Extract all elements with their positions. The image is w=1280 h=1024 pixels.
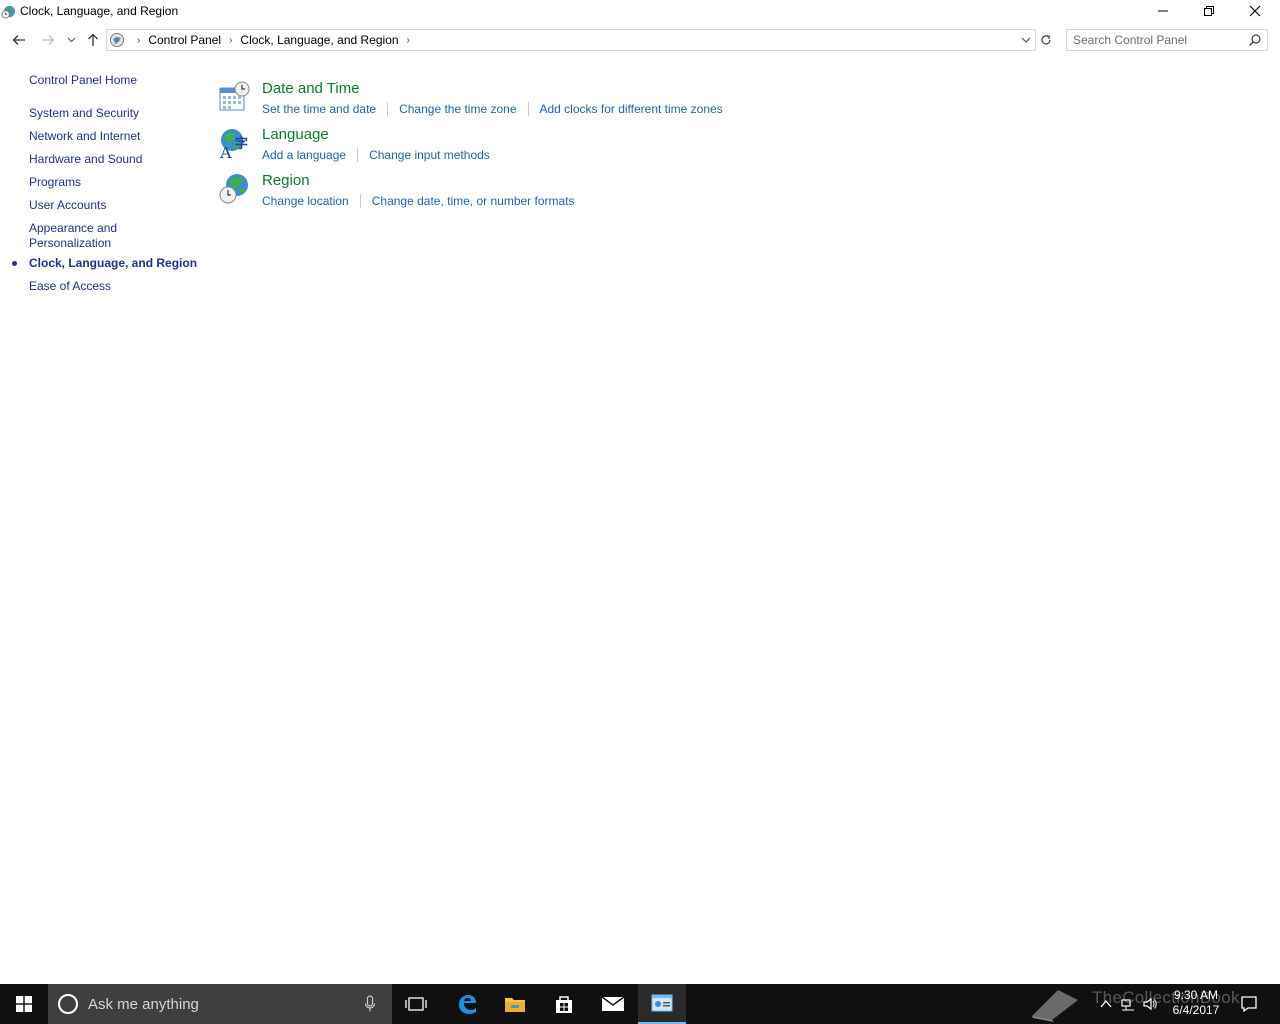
recent-locations-button[interactable] — [63, 30, 79, 50]
link-change-input-methods[interactable]: Change input methods — [369, 148, 490, 162]
category-region: Region Change location Change date, time… — [218, 172, 1018, 216]
current-item-bullet — [12, 261, 17, 266]
windows-logo-icon — [16, 996, 32, 1012]
taskbar-store[interactable] — [540, 984, 588, 1024]
edge-browser-icon — [459, 995, 476, 1014]
link-divider — [359, 194, 361, 208]
task-view-button[interactable] — [392, 984, 440, 1024]
nav-appearance-and-personalization[interactable]: Appearance and Personalization — [29, 221, 149, 251]
close-button[interactable] — [1232, 0, 1278, 22]
restore-icon — [1204, 6, 1214, 16]
taskbar-mail[interactable] — [589, 984, 637, 1024]
nav-programs[interactable]: Programs — [29, 175, 81, 190]
mail-envelope-icon — [601, 996, 625, 1011]
category-language: A 字 Language Add a language Change input… — [218, 126, 1018, 170]
chevron-right-icon[interactable]: › — [137, 35, 140, 46]
category-date-and-time: Date and Time Set the time and date Chan… — [218, 80, 1018, 124]
search-icon[interactable] — [1248, 33, 1262, 47]
store-bag-icon — [556, 996, 572, 1013]
control-panel-window-icon — [651, 994, 673, 1012]
cortana-placeholder: Ask me anything — [88, 996, 199, 1013]
language-globe-icon[interactable]: A 字 — [218, 126, 252, 160]
category-title[interactable]: Language — [262, 126, 329, 143]
cortana-search-box[interactable]: Ask me anything — [48, 984, 392, 1024]
link-divider — [387, 102, 389, 116]
taskbar-file-explorer[interactable] — [491, 984, 539, 1024]
nav-network-and-internet[interactable]: Network and Internet — [29, 129, 140, 144]
navigation-bar: › Control Panel › Clock, Language, and R… — [0, 26, 1280, 54]
nav-user-accounts[interactable]: User Accounts — [29, 198, 106, 213]
network-icon[interactable] — [1120, 996, 1136, 1012]
nav-ease-of-access[interactable]: Ease of Access — [29, 279, 111, 294]
chevron-down-icon — [67, 37, 75, 43]
restore-button[interactable] — [1186, 0, 1232, 22]
nav-clock-language-and-region[interactable]: Clock, Language, and Region — [29, 256, 197, 271]
refresh-button[interactable] — [1037, 29, 1055, 51]
chevron-up-icon[interactable] — [1098, 996, 1114, 1012]
taskbar: Ask me anything TheCollectionBook 9:30 A… — [0, 984, 1280, 1024]
watermark-book-icon — [1032, 990, 1078, 1022]
folder-icon — [505, 998, 525, 1012]
category-links: Change location Change date, time, or nu… — [262, 194, 575, 208]
link-add-a-language[interactable]: Add a language — [262, 148, 346, 162]
chevron-right-icon[interactable]: › — [229, 35, 232, 46]
search-box[interactable] — [1066, 29, 1268, 51]
link-change-location[interactable]: Change location — [262, 194, 349, 208]
up-button[interactable] — [83, 30, 103, 50]
category-title[interactable]: Region — [262, 172, 310, 189]
volume-icon[interactable] — [1142, 996, 1158, 1012]
breadcrumb-control-panel[interactable]: Control Panel — [148, 33, 221, 47]
taskbar-clock[interactable]: 9:30 AM 6/4/2017 — [1168, 988, 1224, 1018]
nav-hardware-and-sound[interactable]: Hardware and Sound — [29, 152, 142, 167]
link-add-clocks[interactable]: Add clocks for different time zones — [540, 102, 723, 116]
action-center-icon[interactable] — [1240, 995, 1258, 1013]
category-links: Set the time and date Change the time zo… — [262, 102, 723, 116]
svg-text:字: 字 — [235, 136, 248, 152]
chevron-down-icon[interactable] — [1019, 33, 1033, 47]
nav-control-panel-home[interactable]: Control Panel Home — [29, 73, 137, 88]
arrow-up-icon — [88, 33, 98, 46]
cortana-icon — [58, 994, 78, 1014]
region-globe-icon[interactable] — [218, 172, 252, 206]
clock-globe-icon — [1, 5, 16, 19]
forward-button[interactable] — [38, 30, 58, 50]
chevron-right-icon[interactable]: › — [407, 35, 410, 46]
clock-time: 9:30 AM — [1173, 988, 1219, 1002]
control-panel-icon — [110, 33, 124, 47]
breadcrumb: › Control Panel › Clock, Language, and R… — [129, 33, 418, 47]
arrow-left-icon — [12, 35, 25, 45]
title-bar: Clock, Language, and Region — [0, 0, 1280, 24]
microphone-icon[interactable] — [364, 995, 376, 1013]
category-links: Add a language Change input methods — [262, 148, 490, 162]
category-title[interactable]: Date and Time — [262, 80, 360, 97]
arrow-right-icon — [42, 35, 55, 45]
start-button[interactable] — [0, 984, 48, 1024]
link-set-time-and-date[interactable]: Set the time and date — [262, 102, 376, 116]
system-tray: TheCollectionBook 9:30 AM 6/4/2017 — [1028, 984, 1280, 1024]
calendar-clock-icon[interactable] — [218, 80, 252, 114]
taskbar-control-panel[interactable] — [638, 984, 686, 1024]
svg-text:A: A — [219, 143, 232, 160]
refresh-icon — [1041, 34, 1051, 45]
breadcrumb-clock-language-region[interactable]: Clock, Language, and Region — [240, 33, 398, 47]
close-icon — [1249, 5, 1261, 17]
link-change-formats[interactable]: Change date, time, or number formats — [372, 194, 575, 208]
task-view-icon — [405, 997, 427, 1011]
minimize-button[interactable] — [1140, 0, 1186, 22]
search-input[interactable] — [1073, 32, 1243, 48]
clock-date: 6/4/2017 — [1172, 1003, 1220, 1017]
link-divider — [527, 102, 529, 116]
back-button[interactable] — [9, 30, 29, 50]
link-divider — [357, 148, 359, 162]
minimize-icon — [1158, 10, 1168, 12]
taskbar-edge[interactable] — [443, 984, 491, 1024]
link-change-time-zone[interactable]: Change the time zone — [399, 102, 516, 116]
window-title: Clock, Language, and Region — [20, 4, 179, 18]
address-bar[interactable]: › Control Panel › Clock, Language, and R… — [106, 29, 1036, 51]
nav-system-and-security[interactable]: System and Security — [29, 106, 139, 121]
